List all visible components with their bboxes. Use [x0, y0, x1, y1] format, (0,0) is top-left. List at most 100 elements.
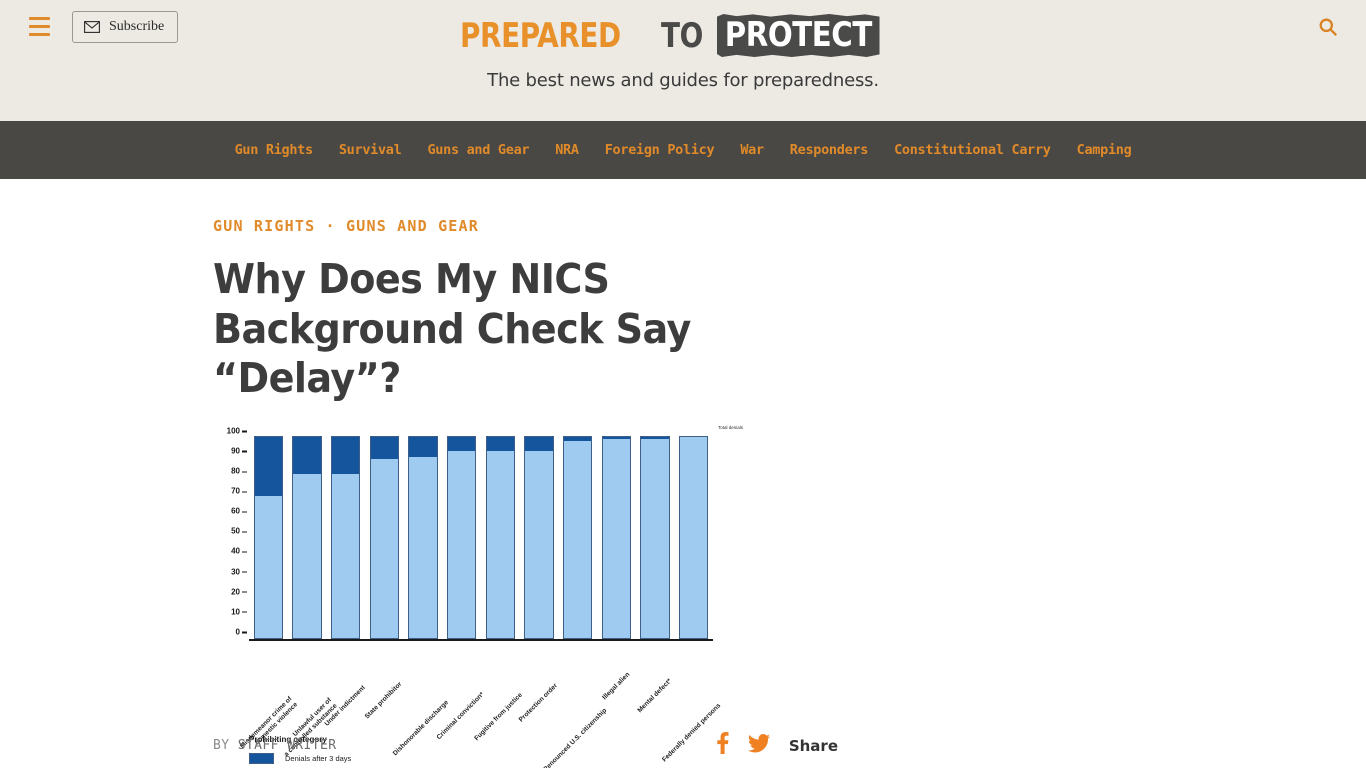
- share-label: Share: [788, 736, 838, 755]
- chart-x-tick-label: Illegal alien: [597, 644, 636, 744]
- nav-item-nra[interactable]: NRA: [555, 142, 579, 158]
- chart-bar[interactable]: [447, 435, 477, 639]
- chart-bar-slot: [520, 435, 559, 639]
- chart-bar[interactable]: [601, 435, 632, 639]
- nav-item-constitutional-carry[interactable]: Constitutional Carry: [894, 142, 1051, 158]
- facebook-icon[interactable]: [714, 732, 729, 759]
- site-tagline: The best news and guides for preparednes…: [487, 70, 879, 91]
- chart-bar-segment-after-3-days: [525, 436, 553, 451]
- chart-y-tick: 30: [231, 567, 247, 577]
- chart-bar-segment-within-3-days: [448, 450, 476, 638]
- chart-bar[interactable]: [640, 435, 670, 639]
- nav-item-survival[interactable]: Survival: [339, 142, 402, 158]
- logo-word-prepared: PREPARED: [459, 15, 621, 56]
- nav-item-foreign-policy[interactable]: Foreign Policy: [605, 142, 715, 158]
- chart-bar-slot: [597, 435, 636, 639]
- search-icon[interactable]: [1318, 17, 1338, 37]
- chart-x-tick-label: Protection order: [517, 644, 560, 744]
- chart-bar-top-label: [442, 425, 481, 434]
- chart-bar-segment-within-3-days: [254, 495, 283, 638]
- chart-y-tick: 60: [231, 506, 247, 516]
- chart-bar[interactable]: [330, 435, 361, 639]
- site-logo[interactable]: PREPARED TO PROTECT The best news and gu…: [0, 14, 1366, 91]
- nav-item-gun-rights[interactable]: Gun Rights: [235, 142, 314, 158]
- chart-bar-segment-within-3-days: [602, 438, 631, 638]
- chart-bar-top-label: [597, 425, 636, 434]
- chart-bar-slot: [636, 435, 675, 639]
- chart-total-label: Total denials: [718, 424, 744, 430]
- chart-bar[interactable]: [524, 435, 554, 639]
- chart-bar-segment-within-3-days: [680, 436, 708, 638]
- chart-bar-slot: [288, 435, 327, 639]
- chart-bar-segment-after-3-days: [254, 436, 283, 496]
- chart-bar-top-label: [558, 425, 597, 434]
- chart-bar-slot: [365, 435, 404, 639]
- chart-bar-slot: [481, 435, 520, 639]
- chart-bar[interactable]: [679, 435, 709, 639]
- chart-bar-segment-after-3-days: [293, 436, 321, 475]
- chart-bar-top-label: [288, 425, 327, 434]
- site-header: Subscribe PREPARED TO PROTECT The best n…: [0, 0, 1366, 121]
- twitter-icon[interactable]: [747, 733, 770, 758]
- chart-bar-slot: [442, 435, 481, 639]
- chart-bar-top-label: [520, 425, 559, 434]
- chart-x-tick-text: Illegal alien: [601, 670, 632, 702]
- chart-plot-area: [249, 435, 713, 641]
- chart-x-tick-text: Under indictment: [323, 684, 367, 728]
- chart-y-tick: 80: [231, 466, 247, 476]
- chart-bar[interactable]: [485, 435, 516, 639]
- chart-y-tick: 10: [231, 607, 247, 617]
- chart-bar-slot: [404, 435, 443, 639]
- nav-item-war[interactable]: War: [740, 142, 764, 158]
- chart-bar-slot: [249, 435, 288, 639]
- chart-bar-slot: [558, 435, 597, 639]
- chart-bar-segment-after-3-days: [370, 436, 399, 459]
- chart-bar-segment-within-3-days: [564, 440, 592, 638]
- chart-bar-slot: [674, 435, 713, 639]
- logo-text: PREPARED TO PROTECT: [460, 14, 906, 57]
- logo-word-protect: PROTECT: [717, 14, 880, 57]
- chart-x-tick-label: Criminal conviction*: [435, 644, 485, 744]
- nav-item-responders[interactable]: Responders: [790, 142, 869, 158]
- nav-item-guns-and-gear[interactable]: Guns and Gear: [427, 142, 529, 158]
- chart-bar-top-label: [326, 425, 365, 434]
- chart-x-tick-label: Dishonorable discharge: [392, 644, 450, 757]
- byline-author[interactable]: STAFF WRITER: [238, 738, 337, 753]
- chart-bar-segment-after-3-days: [409, 436, 437, 457]
- chart-bar-top-label: [249, 425, 288, 434]
- chart-y-tick: 70: [231, 486, 247, 496]
- chart-bar-segment-within-3-days: [370, 458, 399, 638]
- chart-y-tick: 100: [226, 426, 248, 436]
- chart-bar-top-label: [365, 425, 404, 434]
- chart-x-tick-label: Mental defect*: [636, 644, 675, 744]
- chart-bar-top-label: [636, 425, 675, 434]
- chart-y-tick: 90: [231, 446, 247, 456]
- chart-x-tick-label: Misdemeanor crime of domestic violence: [239, 644, 299, 749]
- article-categories[interactable]: GUN RIGHTS · GUNS AND GEAR: [213, 217, 1366, 235]
- chart-bar-segment-within-3-days: [525, 450, 553, 638]
- chart-y-tick: 20: [231, 587, 247, 597]
- chart-bar-top-label: [481, 425, 520, 434]
- main-navigation: Gun Rights Survival Guns and Gear NRA Fo…: [0, 121, 1366, 179]
- chart-bar-segment-after-3-days: [486, 436, 515, 451]
- logo-word-to: TO: [660, 15, 703, 56]
- nav-item-camping[interactable]: Camping: [1077, 142, 1132, 158]
- chart-x-axis-labels: Misdemeanor crime of domestic violence Unl…: [239, 644, 722, 768]
- chart-bars: [249, 435, 713, 639]
- chart-bar-top-label: [404, 425, 443, 434]
- chart-x-tick-text: Mental defect*: [636, 677, 674, 714]
- chart-x-tick-text: Protection order: [517, 682, 560, 724]
- chart-y-tick: 50: [231, 526, 247, 536]
- chart-y-tick: 40: [231, 546, 247, 556]
- chart-bar[interactable]: [253, 435, 284, 639]
- chart-bar[interactable]: [563, 435, 593, 639]
- chart-bar-top-label: [674, 425, 713, 434]
- chart-x-tick-label: State prohibitor: [364, 644, 404, 744]
- chart-bar[interactable]: [408, 435, 438, 639]
- chart-bar[interactable]: [292, 435, 322, 639]
- chart-bar-slot: [326, 435, 365, 639]
- byline-prefix: BY: [213, 738, 230, 753]
- chart-x-tick-label: Federally denied persons: [661, 644, 722, 763]
- chart-bar[interactable]: [369, 435, 400, 639]
- chart-bar-segment-within-3-days: [331, 474, 360, 638]
